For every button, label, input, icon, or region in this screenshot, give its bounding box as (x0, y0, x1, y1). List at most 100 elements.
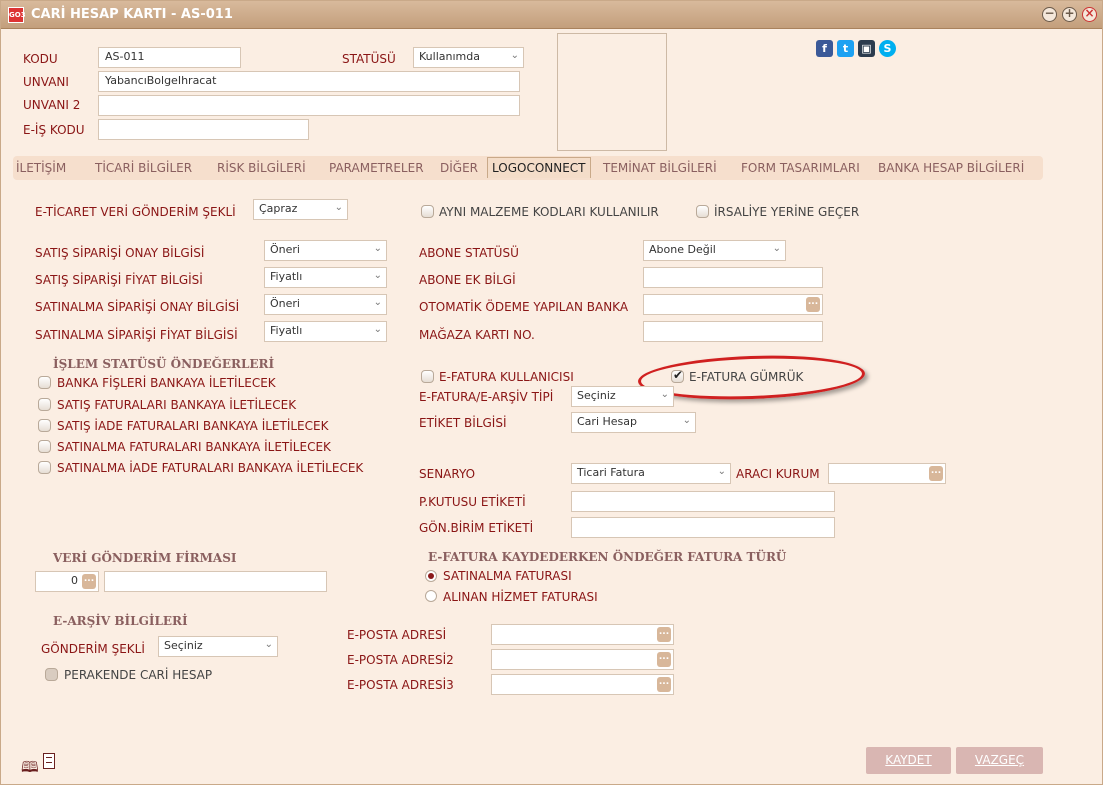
close-icon[interactable]: × (1082, 7, 1097, 22)
chevron-down-icon: ⌄ (717, 466, 726, 477)
tab-banka-hesap-bilgileri[interactable]: BANKA HESAP BİLGİLERİ (878, 161, 1024, 175)
twitter-icon[interactable]: t (837, 40, 854, 57)
satis-fiyat-select[interactable]: Fiyatlı ⌄ (264, 267, 387, 288)
tab-logoconnect[interactable]: LOGOCONNECT (487, 157, 591, 178)
chevron-down-icon: ⌄ (334, 202, 343, 213)
tab-teminat-bilgileri[interactable]: TEMİNAT BİLGİLERİ (603, 161, 717, 175)
abone-statusu-label: ABONE STATÜSÜ (419, 246, 519, 260)
eposta1-input[interactable]: ... (491, 624, 674, 645)
satis-fiyat-value: Fiyatlı (270, 270, 303, 283)
book-icon[interactable]: 🕮 (21, 757, 39, 782)
lookup-button[interactable]: ... (929, 466, 943, 481)
box-icon[interactable]: ▣ (858, 40, 875, 57)
tab-parametreler[interactable]: PARAMETRELER (329, 161, 424, 175)
efatura-kullanici-checkbox[interactable] (421, 370, 434, 383)
banka-fisleri-checkbox[interactable] (38, 376, 51, 389)
lookup-button[interactable]: ... (82, 574, 96, 589)
perakende-checkbox[interactable] (45, 668, 58, 681)
satinalma-fiyat-select[interactable]: Fiyatlı ⌄ (264, 321, 387, 342)
araci-kurum-input[interactable]: ... (828, 463, 946, 484)
tab-ticari-bilgiler[interactable]: TİCARİ BİLGİLER (95, 161, 192, 175)
efatura-kullanici-label: E-FATURA KULLANICISI (439, 370, 574, 384)
chevron-down-icon: ⌄ (373, 324, 382, 335)
vazgec-button[interactable]: VAZGEÇ (956, 747, 1043, 774)
abone-statusu-select[interactable]: Abone Değil ⌄ (643, 240, 786, 261)
otomatik-odeme-input[interactable]: ... (643, 294, 823, 315)
eticaret-select[interactable]: Çapraz ⌄ (253, 199, 348, 220)
kodu-label: KODU (23, 52, 58, 66)
magaza-input[interactable] (643, 321, 823, 342)
banka-fisleri-label: BANKA FİŞLERİ BANKAYA İLETİLECEK (57, 376, 276, 390)
document-icon[interactable] (43, 753, 55, 769)
chevron-down-icon: ⌄ (660, 389, 669, 400)
lookup-button[interactable]: ... (657, 652, 671, 667)
eposta1-label: E-POSTA ADRESİ (347, 628, 447, 642)
window-title: CARİ HESAP KARTI - AS-011 (31, 7, 233, 22)
eposta2-label: E-POSTA ADRESİ2 (347, 653, 454, 667)
chevron-down-icon: ⌄ (373, 297, 382, 308)
kaydederken-title: E-FATURA KAYDEDERKEN ÖNDEĞER FATURA TÜRÜ (428, 550, 787, 564)
satinalma-faturalari-label: SATINALMA FATURALARI BANKAYA İLETİLECEK (57, 440, 331, 454)
unvani-input[interactable]: YabancıBolgeIhracat (98, 71, 520, 92)
senaryo-select[interactable]: Ticari Fatura ⌄ (571, 463, 731, 484)
gonderim-sekli-select[interactable]: Seçiniz ⌄ (158, 636, 278, 657)
satinalma-onay-label: SATINALMA SİPARİŞİ ONAY BİLGİSİ (35, 300, 240, 314)
eis-kodu-label: E-İŞ KODU (23, 123, 85, 137)
title-bar: GO3 CARİ HESAP KARTI - AS-011 − + × (1, 1, 1102, 29)
veri-gonderim-code-input[interactable]: 0 ... (35, 571, 99, 592)
satis-onay-select[interactable]: Öneri ⌄ (264, 240, 387, 261)
ayni-malzeme-label: AYNI MALZEME KODLARI KULLANILIR (439, 205, 659, 219)
statusu-select[interactable]: Kullanımda ⌄ (413, 47, 524, 68)
minimize-icon[interactable]: − (1042, 7, 1057, 22)
tab-diger[interactable]: DİĞER (440, 161, 478, 175)
eposta3-input[interactable]: ... (491, 674, 674, 695)
eposta2-input[interactable]: ... (491, 649, 674, 670)
satinalma-faturalari-checkbox[interactable] (38, 440, 51, 453)
kaydet-button[interactable]: KAYDET (866, 747, 951, 774)
etiket-bilgisi-label: ETİKET BİLGİSİ (419, 416, 507, 430)
tab-risk-bilgileri[interactable]: RİSK BİLGİLERİ (217, 161, 306, 175)
photo-placeholder[interactable] (557, 33, 667, 151)
app-logo-icon: GO3 (8, 7, 26, 23)
etiket-bilgisi-select[interactable]: Cari Hesap ⌄ (571, 412, 696, 433)
maximize-icon[interactable]: + (1062, 7, 1077, 22)
pkutusu-input[interactable] (571, 491, 835, 512)
lookup-button[interactable]: ... (806, 297, 820, 312)
lookup-button[interactable]: ... (657, 677, 671, 692)
satis-faturalari-checkbox[interactable] (38, 398, 51, 411)
eis-kodu-input[interactable] (98, 119, 309, 140)
unvani2-input[interactable] (98, 95, 520, 116)
irsaliye-checkbox[interactable] (696, 205, 709, 218)
satinalma-onay-value: Öneri (270, 297, 300, 310)
abone-ek-input[interactable] (643, 267, 823, 288)
satis-faturalari-label: SATIŞ FATURALARI BANKAYA İLETİLECEK (57, 398, 297, 412)
satis-onay-label: SATIŞ SİPARİŞİ ONAY BİLGİSİ (35, 246, 205, 260)
araci-kurum-label: ARACI KURUM (736, 467, 820, 481)
satinalma-iade-label: SATINALMA İADE FATURALARI BANKAYA İLETİL… (57, 461, 364, 475)
satis-iade-label: SATIŞ İADE FATURALARI BANKAYA İLETİLECEK (57, 419, 329, 433)
eticaret-label: E-TİCARET VERİ GÖNDERİM ŞEKLİ (35, 205, 236, 219)
gonbirim-label: GÖN.BİRİM ETİKETİ (419, 521, 534, 535)
facebook-icon[interactable]: f (816, 40, 833, 57)
tab-iletisim[interactable]: İLETİŞİM (16, 161, 66, 175)
satinalma-iade-checkbox[interactable] (38, 461, 51, 474)
abone-statusu-value: Abone Değil (649, 243, 716, 256)
veri-gonderim-title: VERİ GÖNDERİM FİRMASI (53, 551, 237, 565)
tab-form-tasarimlari[interactable]: FORM TASARIMLARI (741, 161, 860, 175)
satinalma-faturasi-radio[interactable] (425, 570, 437, 582)
satis-onay-value: Öneri (270, 243, 300, 256)
efatura-tipi-select[interactable]: Seçiniz ⌄ (571, 386, 674, 407)
satinalma-onay-select[interactable]: Öneri ⌄ (264, 294, 387, 315)
alinan-hizmet-radio[interactable] (425, 590, 437, 602)
chevron-down-icon: ⌄ (373, 270, 382, 281)
cari-hesap-window: GO3 CARİ HESAP KARTI - AS-011 − + × KODU… (0, 0, 1103, 785)
skype-icon[interactable]: S (879, 40, 896, 57)
lookup-button[interactable]: ... (657, 627, 671, 642)
gonbirim-input[interactable] (571, 517, 835, 538)
kodu-input[interactable]: AS-011 (98, 47, 241, 68)
ayni-malzeme-checkbox[interactable] (421, 205, 434, 218)
islem-statusu-title: İŞLEM STATÜSÜ ÖNDEĞERLERİ (53, 357, 275, 371)
pkutusu-label: P.KUTUSU ETİKETİ (419, 495, 526, 509)
magaza-label: MAĞAZA KARTI NO. (419, 328, 535, 342)
satis-iade-checkbox[interactable] (38, 419, 51, 432)
